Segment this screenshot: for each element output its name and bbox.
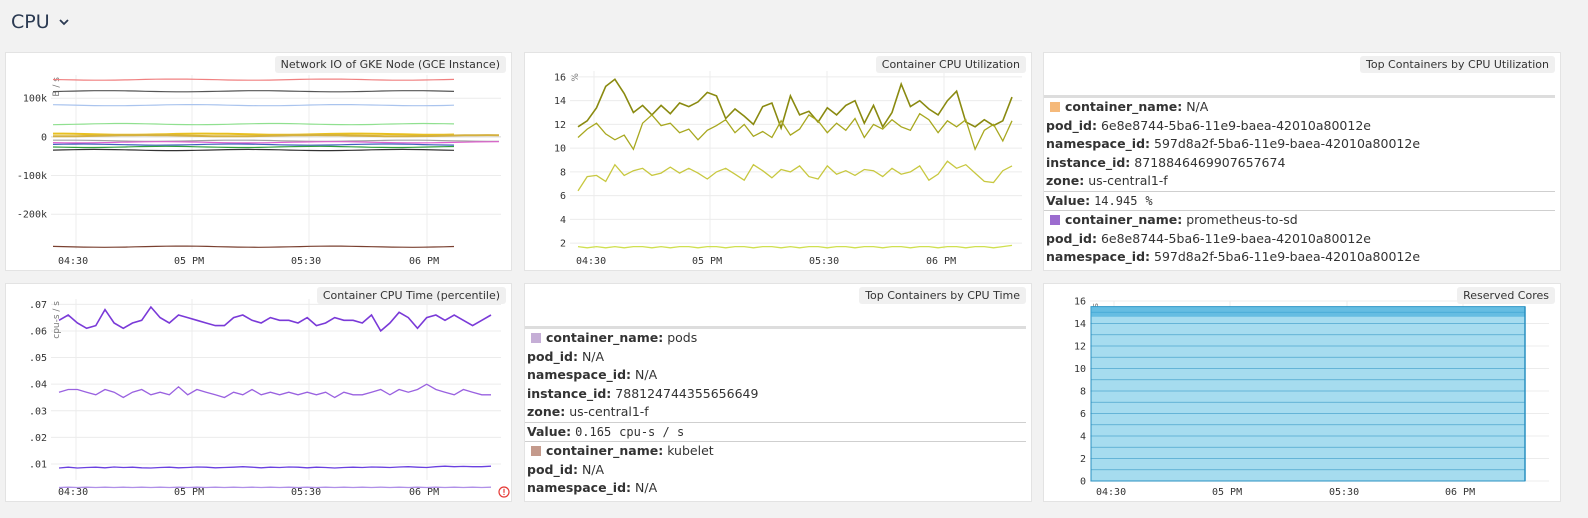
panel-title: Network IO of GKE Node (GCE Instance) xyxy=(274,56,506,73)
y-tick-label: 100k xyxy=(23,94,47,105)
y-tick-label: 8 xyxy=(1080,387,1086,398)
y-tick-label: 0 xyxy=(41,132,47,143)
series-line xyxy=(58,465,492,469)
list-item: container_name: N/A xyxy=(1044,98,1560,117)
x-tick-label: 04:30 xyxy=(576,256,606,267)
y-tick-label: .07 xyxy=(29,300,47,311)
panel-title: Container CPU Utilization xyxy=(875,56,1026,73)
y-tick-label: 4 xyxy=(1080,432,1086,443)
series-line xyxy=(52,143,455,146)
series-line xyxy=(52,141,500,144)
x-tick-label: 05 PM xyxy=(174,487,204,498)
value-row: Value: 14.945 % xyxy=(1046,192,1153,208)
x-tick-label: 05 PM xyxy=(692,256,722,267)
x-tick-label: 06 PM xyxy=(926,256,956,267)
y-tick-label: .05 xyxy=(29,353,47,364)
y-tick-label: 16 xyxy=(1074,297,1086,308)
section-title: CPU xyxy=(11,11,50,33)
series-line xyxy=(53,139,499,142)
y-tick-label: 6 xyxy=(1080,409,1086,420)
y-tick-label: 4 xyxy=(560,215,566,226)
series-line xyxy=(577,160,1013,192)
x-tick-label: 06 PM xyxy=(409,256,439,267)
x-tick-label: 05:30 xyxy=(1329,487,1359,498)
x-tick-label: 05 PM xyxy=(1212,487,1242,498)
y-tick-label: 10 xyxy=(554,144,566,155)
y-tick-label: 2 xyxy=(560,239,566,250)
x-tick-label: 05:30 xyxy=(291,487,321,498)
x-tick-label: 05:30 xyxy=(809,256,839,267)
panel-title: Top Containers by CPU Utilization xyxy=(1359,56,1555,73)
x-tick-label: 05:30 xyxy=(291,256,321,267)
y-tick-label: 12 xyxy=(1074,342,1086,353)
y-tick-label: 6 xyxy=(560,191,566,202)
x-tick-label: 04:30 xyxy=(1096,487,1126,498)
series-swatch xyxy=(1050,215,1060,225)
y-tick-label: -100k xyxy=(17,171,47,182)
x-tick-label: 04:30 xyxy=(58,487,88,498)
chevron-down-icon xyxy=(59,19,69,26)
series-line xyxy=(577,112,1013,152)
series-line xyxy=(52,148,455,152)
y-tick-label: .06 xyxy=(29,326,47,337)
y-tick-label: 8 xyxy=(560,167,566,178)
series-line xyxy=(58,383,491,399)
list-item: container_name: pods xyxy=(525,329,1031,348)
y-tick-label: 0 xyxy=(1080,477,1086,488)
panel-title: Reserved Cores xyxy=(1457,287,1555,304)
series-line xyxy=(52,104,455,107)
area-fill xyxy=(1090,306,1526,482)
panel-network-io[interactable]: 04:30 05 PM 05:30 06 PM 100k 0 -100k -200k B / s… xyxy=(5,52,512,271)
panel-title: Container CPU Time (percentile) xyxy=(316,287,506,304)
series-swatch xyxy=(531,446,541,456)
y-tick-label: 12 xyxy=(554,120,566,131)
y-tick-label: 16 xyxy=(554,72,566,83)
series-swatch xyxy=(531,333,541,343)
panel-title: Top Containers by CPU Time xyxy=(859,287,1026,304)
y-tick-label: .03 xyxy=(29,406,47,417)
series-line xyxy=(52,145,455,149)
series-line xyxy=(58,305,492,333)
area-top-band xyxy=(1091,306,1525,317)
list-item: container_name: prometheus-to-sd xyxy=(1044,211,1560,230)
panel-reserved-cores[interactable]: 04:3005 PM05:3006 PM1614121086420cores R… xyxy=(1043,283,1561,502)
top-containers-list: container_name: pods pod_id: N/A namespa… xyxy=(525,326,1031,501)
y-tick-label: .02 xyxy=(29,433,47,444)
y-tick-label: 10 xyxy=(1074,364,1086,375)
series-swatch xyxy=(1050,102,1060,112)
y-tick-label: -200k xyxy=(17,210,47,221)
series-line xyxy=(577,244,1013,249)
dashboard-section-toggle[interactable]: CPU xyxy=(11,10,72,34)
network-io-chart: 04:30 05 PM 05:30 06 PM100k0-100k-200kB / s xyxy=(17,75,501,267)
reserved-cores-chart: 04:3005 PM05:3006 PM1614121086420cores xyxy=(1074,297,1549,498)
panel-top-containers-cpu-time[interactable]: Top Containers by CPU Time container_nam… xyxy=(524,283,1032,502)
x-tick-label: 06 PM xyxy=(409,487,439,498)
x-tick-label: 06 PM xyxy=(1445,487,1475,498)
panel-top-containers-cpu-utilization[interactable]: Top Containers by CPU Utilization contai… xyxy=(1043,52,1561,271)
x-tick-label: 05 PM xyxy=(174,256,204,267)
x-tick-label: 04:30 xyxy=(58,256,88,267)
series-line xyxy=(52,78,455,81)
series-line xyxy=(53,134,500,138)
panel-container-cpu-time[interactable]: 04:30 05 PM 05:30 06 PM .07 .06 .05 .04 .03 .02 .0… xyxy=(5,283,512,502)
y-tick-label: .01 xyxy=(29,460,47,471)
cpu-time-chart: 04:30 05 PM 05:30 06 PM .07 .06 .05 .04 .03 .02 .0… xyxy=(29,299,501,498)
series-line xyxy=(52,90,455,93)
cpu-utilization-chart: 04:30 05 PM 05:30 06 PM 2 4 6 8 10 12 14 16% xyxy=(554,71,1022,267)
warning-icon[interactable] xyxy=(498,486,510,498)
series-line xyxy=(52,245,455,248)
list-item: container_name: kubelet xyxy=(525,442,1031,461)
y-tick-label: .04 xyxy=(29,380,47,391)
y-tick-label: 14 xyxy=(554,96,566,107)
panel-container-cpu-utilization[interactable]: 04:30 05 PM 05:30 06 PM 2 4 6 8 10 12 14 16% Contai… xyxy=(524,52,1032,271)
value-row: Value: 0.165 cpu-s / s xyxy=(527,423,685,439)
y-tick-label: 14 xyxy=(1074,319,1086,330)
y-tick-label: 2 xyxy=(1080,454,1086,465)
y-axis-label: % xyxy=(571,73,581,82)
top-containers-list: container_name: N/A pod_id: 6e8e8744-5ba… xyxy=(1044,95,1560,270)
series-line xyxy=(52,122,455,126)
